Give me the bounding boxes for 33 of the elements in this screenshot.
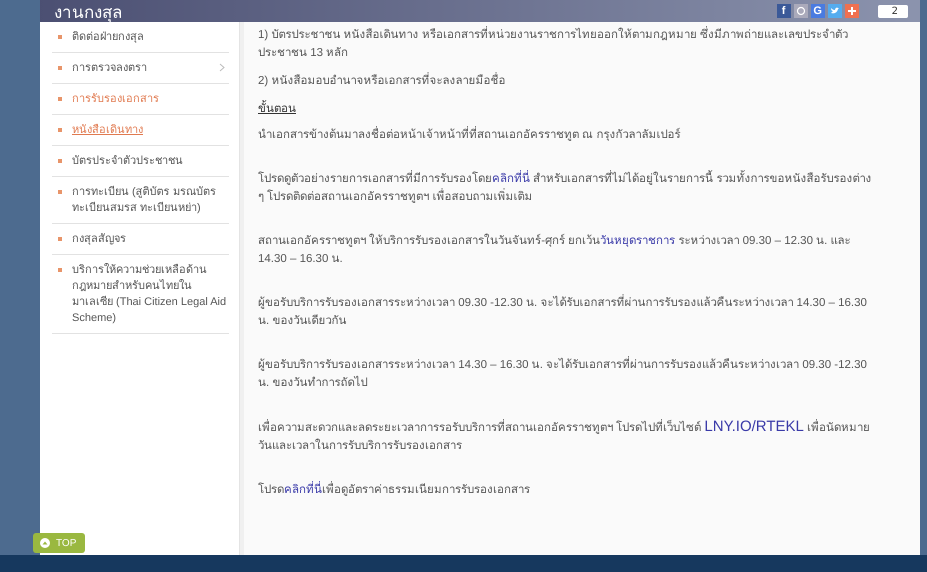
paragraph: นำเอกสารข้างต้นมาลงชื่อต่อหน้าเจ้าหน้าที่ที่สถานเอกอัครราชทูต ณ กรุงกัวลาลัมเปอร์: [258, 126, 880, 144]
paragraph: 2) หนังสือมอบอำนาจหรือเอกสารที่จะลงลายมือชื่อ: [258, 72, 880, 90]
bullet-icon: [58, 35, 62, 39]
paragraph: ผู้ขอรับบริการรับรองเอกสารระหว่างเวลา 09.30 -12.30 น. จะได้รับเอกสารที่ผ่านการรับรองแล้วคืนระหว่างเวลา 14.30 – 16.30 น. ของวันเดียวกัน: [258, 294, 880, 330]
facebook-icon[interactable]: f: [776, 4, 791, 18]
plus-icon[interactable]: [844, 4, 859, 18]
bullet-icon: [58, 128, 62, 132]
menu-item[interactable]: บริการให้ความช่วยเหลือด้านกฎหมายสำหรับคนไทยในมาเลเซีย (Thai Citizen Legal Aid Scheme): [52, 255, 229, 334]
bullet-icon: [58, 268, 62, 272]
bullet-icon: [58, 190, 62, 194]
link[interactable]: วันหยุดราชการ: [600, 235, 676, 247]
bullet-icon: [58, 97, 62, 101]
link[interactable]: LNY.IO/RTEKL: [704, 418, 804, 435]
menu-item[interactable]: กงสุลสัญจร: [52, 224, 229, 255]
page-title: งานกงสุล: [54, 2, 122, 24]
paragraph: เพื่อความสะดวกและลดระยะเวลาการรอรับบริการที่สถานเอกอัครราชทูตฯ โปรดไปที่เว็บไซต์ LNY.IO/RTEKL เพื่อนัดหมายวันและเวลาในการรับบริการรับรองเอกสาร: [258, 418, 872, 454]
share-count: 2: [878, 4, 908, 18]
paragraph: ผู้ขอรับบริการรับรองเอกสารระหว่างเวลา 14.30 – 16.30 น. จะได้รับเอกสารที่ผ่านการรับรองแล้วคืนระหว่างเวลา 09.30 -12.30 น. ของวันทำการถัดไป: [258, 356, 880, 392]
menu-item[interactable]: การตรวจลงตรา: [52, 53, 229, 84]
paragraph: โปรดคลิกที่นี่เพื่อดูอัตราค่าธรรมเนียมการรับรองเอกสาร: [258, 481, 880, 499]
bird-icon[interactable]: [828, 4, 842, 18]
paragraph: โปรดดูตัวอย่างรายการเอกสารที่มีการรับรองโดยคลิกที่นี่ สำหรับเอกสารที่ไม่ได้อยู่ในรายการนี้ รวมทั้งการขอหนังสือรับรองต่าง ๆ โปรดติดต่อสถานเอกอัครราชทูตฯ เพื่อสอบถามเพิ่มเติม: [258, 170, 880, 206]
paragraph: สถานเอกอัครราชทูตฯ ให้บริการรับรองเอกสารในวันจันทร์-ศุกร์ ยกเว้นวันหยุดราชการ ระหว่างเวลา 09.30 – 12.30 น. และ 14.30 – 16.30 น.: [258, 232, 852, 267]
google-icon[interactable]: G: [810, 4, 825, 18]
menu-item[interactable]: บัตรประจำตัวประชาชน: [52, 146, 229, 177]
menu-item[interactable]: ติดต่อฝ่ายกงสุล: [52, 22, 229, 53]
paragraph: 1) บัตรประชาชน หนังสือเดินทาง หรือเอกสารที่หน่วยงานราชการไทยออกให้ตามกฎหมาย ซึ่งมีภาพถ่ายและเลขประจำตัวประชาชน 13 หลัก: [258, 26, 880, 62]
bullet-icon: [58, 66, 62, 70]
menu-item[interactable]: การทะเบียน (สูติบัตร มรณบัตร ทะเบียนสมรส ทะเบียนหย่า): [52, 177, 229, 224]
bullet-icon: [58, 159, 62, 163]
pin-icon[interactable]: [794, 4, 808, 18]
section-heading: ขั้นตอน: [258, 100, 880, 118]
bullet-icon: [58, 237, 62, 241]
